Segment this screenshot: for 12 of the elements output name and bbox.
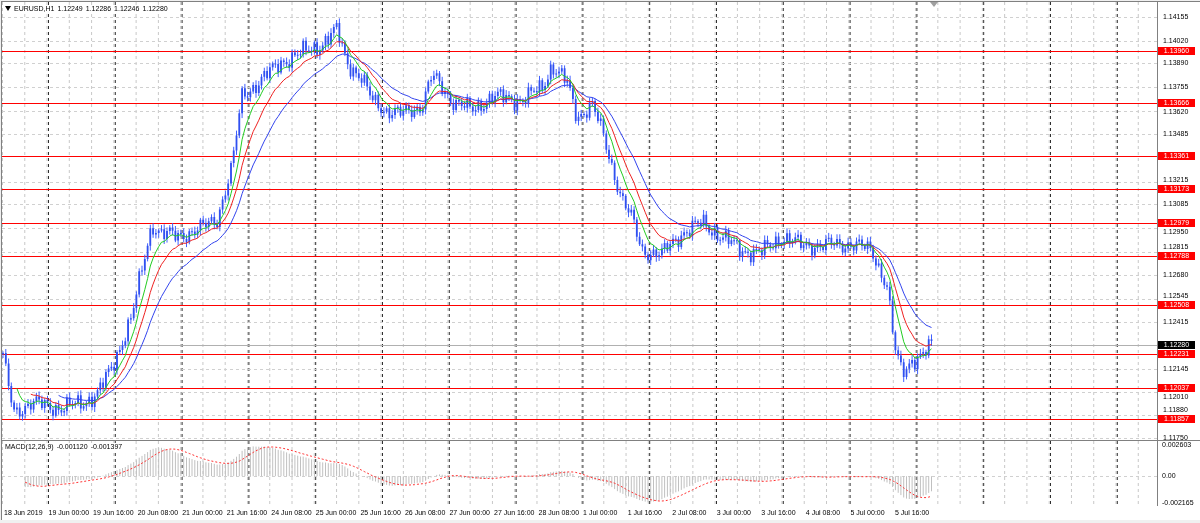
horizontal-level-line[interactable] bbox=[2, 305, 1157, 306]
dropdown-triangle-icon[interactable] bbox=[5, 6, 11, 11]
horizontal-level-line[interactable] bbox=[2, 51, 1157, 52]
horizontal-level-line[interactable] bbox=[2, 388, 1157, 389]
horizontal-level-line[interactable] bbox=[2, 419, 1157, 420]
chart-shift-marker-icon[interactable] bbox=[930, 2, 938, 7]
horizontal-level-line[interactable] bbox=[2, 156, 1157, 157]
horizontal-level-line[interactable] bbox=[2, 223, 1157, 224]
horizontal-level-line[interactable] bbox=[2, 256, 1157, 257]
horizontal-level-line[interactable] bbox=[2, 189, 1157, 190]
horizontal-level-line[interactable] bbox=[2, 103, 1157, 104]
horizontal-level-line[interactable] bbox=[2, 354, 1157, 355]
